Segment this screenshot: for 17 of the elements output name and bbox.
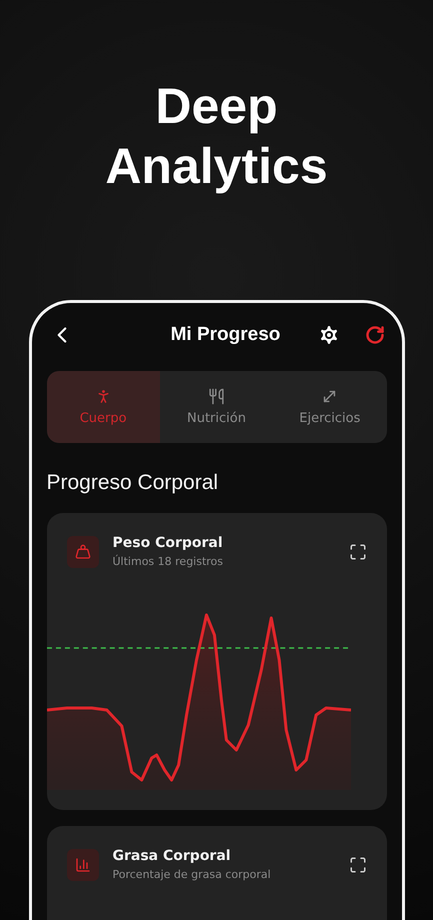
- tab[interactable]: Nutrición: [160, 371, 274, 443]
- card-subtitle: Porcentaje de grasa corporal: [112, 868, 272, 881]
- card-title: Peso Corporal: [112, 535, 224, 551]
- tab[interactable]: Ejercicios: [273, 371, 386, 443]
- screen-title: Mi Progreso: [170, 324, 282, 346]
- tab[interactable]: Cuerpo: [46, 371, 160, 443]
- utensils-icon: [208, 388, 225, 405]
- scale-icon: [66, 536, 98, 568]
- card-title: Grasa Corporal: [112, 848, 232, 864]
- expand-icon[interactable]: [348, 542, 366, 560]
- card-subtitle: Últimos 18 registros: [112, 555, 224, 568]
- refresh-icon[interactable]: [364, 325, 384, 345]
- expand-icon[interactable]: [348, 856, 366, 874]
- headline: Analytics: [105, 137, 328, 196]
- bar-chart-icon: [66, 848, 98, 880]
- headline: Deep: [154, 77, 279, 136]
- section-title: Progreso Corporal: [46, 471, 220, 495]
